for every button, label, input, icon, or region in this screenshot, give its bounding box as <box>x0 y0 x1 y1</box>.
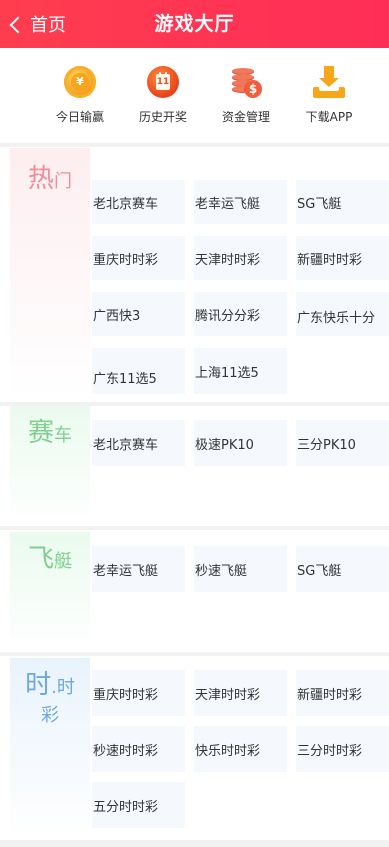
game-cell[interactable]: 老幸运飞艇 <box>92 546 185 592</box>
game-cell[interactable]: 天津时时彩 <box>194 670 287 716</box>
money-stack-icon: $ <box>230 66 262 98</box>
section-hot-title: 热门 <box>10 148 90 400</box>
divider <box>0 143 389 147</box>
section-race: 赛车 老北京赛车 极速PK10 三分PK10 <box>0 406 389 524</box>
funds-management-button[interactable]: $ 资金管理 <box>204 66 288 125</box>
game-cell[interactable]: 腾讯分分彩 <box>194 292 287 336</box>
game-cell[interactable]: 新疆时时彩 <box>296 236 389 280</box>
today-winloss-label: 今日输赢 <box>55 110 104 124</box>
today-winloss-button[interactable]: ¥ 今日输赢 <box>38 66 122 125</box>
game-cell[interactable]: 广西快3 <box>92 292 185 336</box>
section-hot: 热门 老北京赛车 老幸运飞艇 SG飞艇 重庆时时彩 天津时时彩 新疆时时彩 广西… <box>0 148 389 400</box>
coin-icon: ¥ <box>64 66 96 98</box>
game-cell[interactable]: 极速PK10 <box>194 420 287 466</box>
game-cell[interactable]: 重庆时时彩 <box>92 236 185 280</box>
section-ssc-title: 时.时 彩 <box>10 658 90 838</box>
game-cell[interactable]: 重庆时时彩 <box>92 670 185 716</box>
game-cell[interactable]: 秒速时时彩 <box>92 726 185 772</box>
section-ssc: 时.时 彩 重庆时时彩 天津时时彩 新疆时时彩 秒速时时彩 快乐时时彩 三分时时… <box>0 658 389 838</box>
section-boat-title: 飞艇 <box>10 532 90 650</box>
game-cell[interactable]: 上海11选5 <box>194 348 287 394</box>
download-app-label: 下载APP <box>305 110 353 124</box>
game-cell[interactable]: 老北京赛车 <box>92 420 185 466</box>
download-app-button[interactable]: 下载APP <box>287 66 371 125</box>
divider <box>0 652 389 656</box>
game-cell[interactable]: 新疆时时彩 <box>296 670 389 716</box>
game-cell[interactable]: 广东快乐十分 <box>296 292 389 336</box>
download-icon <box>313 66 345 98</box>
game-cell[interactable]: 老幸运飞艇 <box>194 180 287 224</box>
game-cell[interactable]: 天津时时彩 <box>194 236 287 280</box>
divider <box>0 526 389 530</box>
game-cell[interactable]: 快乐时时彩 <box>194 726 287 772</box>
divider <box>0 840 389 847</box>
game-cell[interactable]: 三分PK10 <box>296 420 389 466</box>
page-title: 游戏大厅 <box>154 13 235 35</box>
quick-nav: ¥ 今日输赢 11 历史开奖 $ 资金管理 下载APP <box>0 48 389 140</box>
game-cell[interactable]: SG飞艇 <box>296 546 389 592</box>
history-draw-button[interactable]: 11 历史开奖 <box>121 66 205 125</box>
calendar-icon: 11 <box>147 66 179 98</box>
game-cell[interactable]: 老北京赛车 <box>92 180 185 224</box>
game-cell[interactable]: 广东11选5 <box>92 348 185 394</box>
history-draw-label: 历史开奖 <box>138 110 187 124</box>
game-cell[interactable]: SG飞艇 <box>296 180 389 224</box>
section-race-title: 赛车 <box>10 406 90 524</box>
game-cell[interactable]: 秒速飞艇 <box>194 546 287 592</box>
section-boat: 飞艇 老幸运飞艇 秒速飞艇 SG飞艇 <box>0 532 389 650</box>
game-cell[interactable]: 五分时时彩 <box>92 782 185 828</box>
funds-management-label: 资金管理 <box>221 110 270 124</box>
game-cell[interactable]: 三分时时彩 <box>296 726 389 772</box>
header-bar: 首页 游戏大厅 <box>0 0 389 48</box>
